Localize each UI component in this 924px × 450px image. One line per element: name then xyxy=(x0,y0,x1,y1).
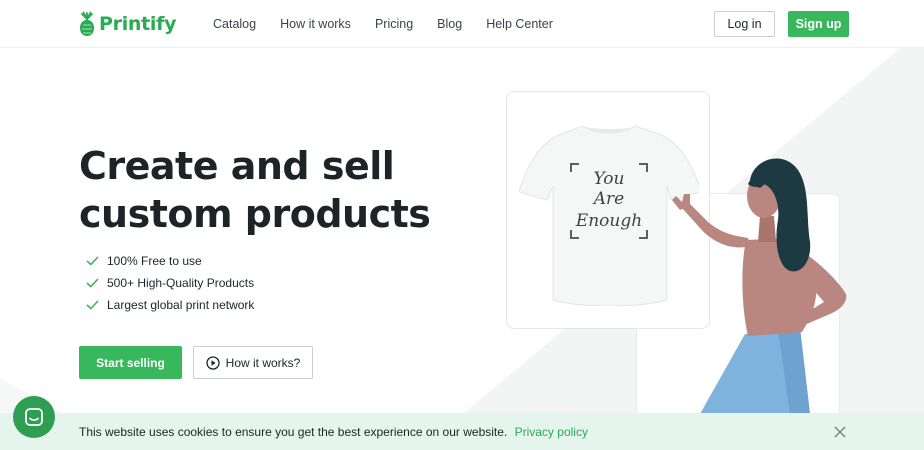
nav-blog[interactable]: Blog xyxy=(437,17,462,31)
login-button[interactable]: Log in xyxy=(714,11,775,37)
shirt-print-line-1: You xyxy=(594,169,625,189)
feature-label: Largest global print network xyxy=(107,298,255,312)
nav-pricing[interactable]: Pricing xyxy=(375,17,413,31)
feature-item: 100% Free to use xyxy=(86,250,254,272)
main-nav: Catalog How it works Pricing Blog Help C… xyxy=(213,17,577,31)
brand-name: Printify xyxy=(99,13,177,35)
cookie-message-text: This website uses cookies to ensure you … xyxy=(79,425,508,439)
nav-help-center[interactable]: Help Center xyxy=(486,17,553,31)
site-header: Printify Catalog How it works Pricing Bl… xyxy=(0,0,924,48)
check-icon xyxy=(86,256,99,266)
how-it-works-button[interactable]: How it works? xyxy=(193,346,313,379)
signup-button[interactable]: Sign up xyxy=(788,11,849,37)
play-circle-icon xyxy=(206,355,220,370)
chat-icon xyxy=(25,408,43,426)
nav-catalog[interactable]: Catalog xyxy=(213,17,256,31)
printify-logo[interactable]: Printify xyxy=(79,11,176,37)
privacy-policy-link[interactable]: Privacy policy xyxy=(515,425,588,439)
nav-how-it-works[interactable]: How it works xyxy=(280,17,351,31)
woman-illustration xyxy=(672,158,847,414)
shirt-print-line-3: Enough xyxy=(575,211,642,231)
feature-item: 500+ High-Quality Products xyxy=(86,272,254,294)
chat-button[interactable] xyxy=(13,396,55,438)
hero-title: Create and sell custom products xyxy=(79,142,459,238)
start-selling-button[interactable]: Start selling xyxy=(79,346,182,379)
check-icon xyxy=(86,300,99,310)
hero-title-line-2: custom products xyxy=(79,192,431,236)
cookie-message: This website uses cookies to ensure you … xyxy=(79,425,588,439)
feature-label: 100% Free to use xyxy=(107,254,202,268)
feature-item: Largest global print network xyxy=(86,294,254,316)
feature-list: 100% Free to use 500+ High-Quality Produ… xyxy=(86,250,254,316)
how-it-works-label: How it works? xyxy=(225,355,301,370)
close-icon[interactable] xyxy=(833,425,847,439)
shirt-print-line-2: Are xyxy=(592,189,624,209)
cookie-banner: This website uses cookies to ensure you … xyxy=(0,413,924,450)
logo-icon xyxy=(80,11,94,36)
hero-title-line-1: Create and sell xyxy=(79,144,395,188)
check-icon xyxy=(86,278,99,288)
feature-label: 500+ High-Quality Products xyxy=(107,276,255,290)
